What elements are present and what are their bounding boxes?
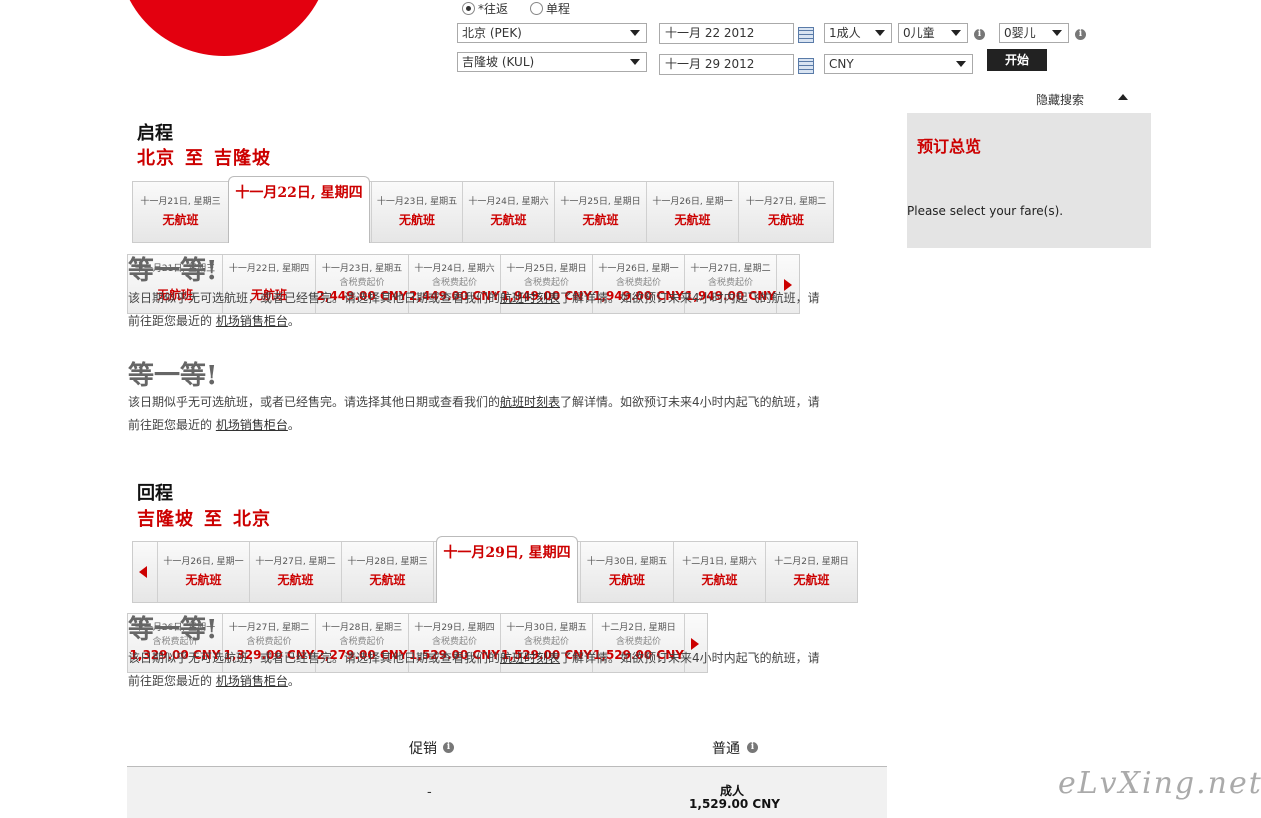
notice-heading: 等一等!	[128, 256, 218, 286]
prev-arrow-icon[interactable]	[139, 566, 147, 578]
trip-type-roundtrip[interactable]: *往返	[462, 0, 508, 17]
inbound-selected-date-tab[interactable]: 十一月29日, 星期四	[436, 536, 578, 603]
date-cell[interactable]: 十一月30日, 星期五 无航班	[580, 542, 674, 602]
destination-select[interactable]: 吉隆坡 (KUL)	[457, 52, 647, 72]
sales-counter-link[interactable]: 机场销售柜台	[216, 314, 288, 328]
summary-title: 预订总览	[917, 137, 982, 156]
booking-summary-panel: 预订总览 Please select your fare(s).	[907, 113, 1151, 248]
sales-counter-link[interactable]: 机场销售柜台	[216, 674, 288, 688]
infants-select[interactable]: 0婴儿	[999, 23, 1069, 43]
inbound-route: 吉隆坡至北京	[137, 509, 271, 530]
hide-search-link[interactable]: 隐藏搜索	[1036, 91, 1084, 108]
chevron-down-icon	[630, 30, 640, 36]
chevron-down-icon	[1052, 30, 1062, 36]
notice-text: 该日期似乎无可选航班，或者已经售完。请选择其他日期或查看我们的航班时刻表了解详情…	[128, 651, 820, 688]
sales-counter-link[interactable]: 机场销售柜台	[216, 418, 288, 432]
trip-type-oneway[interactable]: 单程	[530, 0, 570, 17]
calendar-icon[interactable]	[798, 58, 814, 74]
children-info-icon[interactable]: i	[974, 29, 985, 40]
date-cell[interactable]: 十一月26日, 星期一 无航班	[647, 182, 739, 242]
date-cell[interactable]: 十一月26日, 星期一 无航班	[158, 542, 250, 602]
watermark: eLvXing.net	[1058, 766, 1261, 801]
summary-text: Please select your fare(s).	[907, 204, 1064, 218]
chevron-down-icon	[630, 59, 640, 65]
regular-header: 普通	[712, 741, 740, 757]
outbound-selected-date-tab[interactable]: 十一月22日, 星期四	[228, 176, 370, 243]
date-cell[interactable]: 十一月28日, 星期三 无航班	[342, 542, 434, 602]
outbound-title: 启程	[137, 123, 173, 144]
chevron-down-icon	[875, 30, 885, 36]
promo-info-icon[interactable]: i	[443, 742, 454, 753]
fare-row: - 成人 1,529.00 CNY	[127, 766, 887, 818]
regular-info-icon[interactable]: i	[747, 742, 758, 753]
timetable-link[interactable]: 航班时刻表	[500, 291, 560, 305]
date-cell[interactable]: 十一月21日, 星期三 无航班	[133, 182, 229, 242]
date-cell[interactable]: 十二月2日, 星期日 无航班	[766, 542, 857, 602]
date-cell[interactable]: 十一月27日, 星期二 无航班	[739, 182, 833, 242]
timetable-link[interactable]: 航班时刻表	[500, 651, 560, 665]
date-cell[interactable]: 十一月27日, 星期二 无航班	[250, 542, 342, 602]
prev-cell[interactable]	[133, 542, 158, 602]
infants-info-icon[interactable]: i	[1075, 29, 1086, 40]
collapse-arrow-icon[interactable]	[1118, 94, 1128, 100]
adults-select[interactable]: 1成人	[824, 23, 892, 43]
depart-date-input[interactable]: 十一月 22 2012	[659, 23, 794, 44]
return-date-input[interactable]: 十一月 29 2012	[659, 54, 794, 75]
notice-heading: 等一等!	[128, 615, 218, 645]
calendar-icon[interactable]	[798, 27, 814, 43]
notice-text: 该日期似乎无可选航班，或者已经售完。请选择其他日期或查看我们的航班时刻表了解详情…	[128, 291, 820, 328]
date-cell[interactable]: 十一月25日, 星期日 无航班	[555, 182, 647, 242]
inbound-title: 回程	[137, 483, 173, 504]
chevron-down-icon	[956, 61, 966, 67]
regular-fare-price[interactable]: 1,529.00 CNY	[682, 797, 787, 811]
currency-select[interactable]: CNY	[824, 54, 973, 74]
date-cell[interactable]: 十二月1日, 星期六 无航班	[674, 542, 766, 602]
promo-header: 促销	[409, 741, 437, 757]
radio-roundtrip-icon[interactable]	[462, 2, 475, 15]
notice-heading: 等一等!	[128, 361, 218, 391]
date-cell[interactable]: 十一月24日, 星期六 无航班	[463, 182, 555, 242]
promo-fare-value: -	[427, 785, 432, 800]
origin-select[interactable]: 北京 (PEK)	[457, 23, 647, 43]
children-select[interactable]: 0儿童	[898, 23, 968, 43]
date-cell[interactable]: 十一月23日, 星期五 无航班	[371, 182, 463, 242]
airline-logo	[118, 0, 330, 56]
chevron-down-icon	[951, 30, 961, 36]
notice-text: 该日期似乎无可选航班，或者已经售完。请选择其他日期或查看我们的航班时刻表了解详情…	[128, 395, 820, 432]
start-search-button[interactable]: 开始	[987, 49, 1047, 71]
radio-oneway-icon[interactable]	[530, 2, 543, 15]
outbound-route: 北京至吉隆坡	[137, 148, 271, 169]
timetable-link[interactable]: 航班时刻表	[500, 395, 560, 409]
